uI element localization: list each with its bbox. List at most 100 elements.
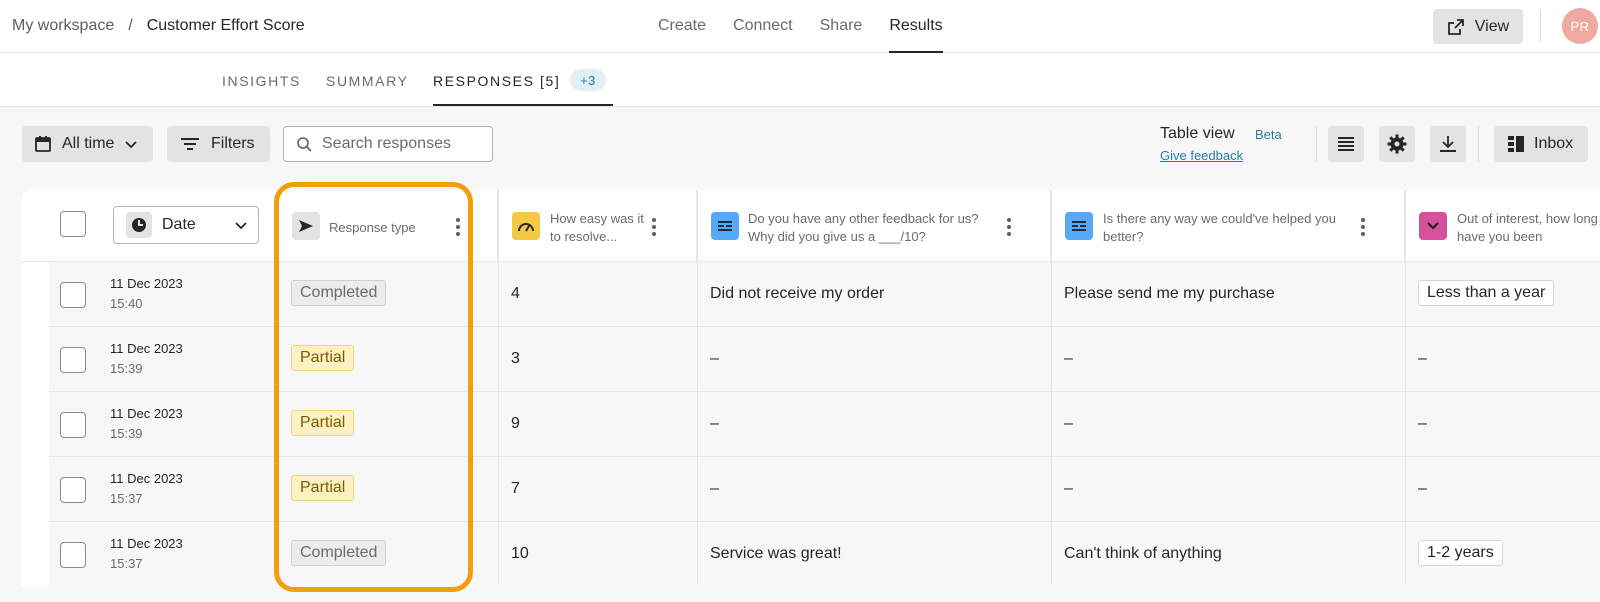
- row-checkbox[interactable]: [60, 412, 86, 438]
- cell-q3: Please send me my purchase: [1064, 285, 1275, 302]
- kebab-icon[interactable]: [456, 218, 460, 239]
- view-button-label: View: [1474, 17, 1510, 35]
- select-all-checkbox[interactable]: [60, 211, 86, 237]
- kebab-icon[interactable]: [1007, 218, 1011, 239]
- cell-q2: –: [710, 480, 719, 497]
- nav-share[interactable]: Share: [820, 0, 863, 53]
- row-checkbox[interactable]: [60, 282, 86, 308]
- cell-q4: –: [1418, 480, 1427, 497]
- row-time: 15:39: [110, 361, 143, 376]
- table-row[interactable]: 11 Dec 2023 15:40 Completed 4 Did not re…: [49, 262, 1600, 327]
- status-badge: Partial: [291, 475, 355, 501]
- nav-connect[interactable]: Connect: [733, 0, 793, 53]
- responses-extra-badge[interactable]: +3: [570, 69, 606, 91]
- row-checkbox[interactable]: [60, 347, 86, 373]
- cell-q3: –: [1064, 350, 1073, 367]
- toolbar-divider: [1316, 126, 1317, 162]
- sub-tab-bar: INSIGHTS SUMMARY RESPONSES [5] +3: [0, 53, 1600, 107]
- row-density-button[interactable]: [1328, 126, 1364, 162]
- table-row[interactable]: 11 Dec 2023 15:39 Partial 3 – – –: [49, 327, 1600, 392]
- cell-q1: 7: [511, 480, 520, 497]
- cell-q1: 9: [511, 415, 520, 432]
- row-checkbox[interactable]: [60, 542, 86, 568]
- cell-q4: –: [1418, 350, 1427, 367]
- tab-summary[interactable]: SUMMARY: [326, 73, 409, 89]
- filter-icon: [181, 138, 199, 150]
- gear-icon: [1387, 134, 1407, 154]
- download-button[interactable]: [1430, 126, 1466, 162]
- chevron-down-icon: [125, 141, 138, 149]
- calendar-icon: [35, 136, 51, 152]
- column-q1[interactable]: How easy was it to resolve...: [550, 210, 650, 246]
- tab-responses[interactable]: RESPONSES [5]: [433, 73, 560, 89]
- choice-chip: 1-2 years: [1418, 540, 1503, 566]
- column-response-type[interactable]: Response type: [329, 219, 416, 237]
- cell-q4: –: [1418, 415, 1427, 432]
- avatar[interactable]: PR: [1562, 8, 1598, 44]
- rows-icon: [1338, 137, 1354, 151]
- nav-create[interactable]: Create: [658, 0, 706, 53]
- table-row[interactable]: 11 Dec 2023 15:37 Partial 7 – – –: [49, 457, 1600, 522]
- search-field[interactable]: [283, 126, 493, 162]
- top-bar: My workspace / Customer Effort Score Cre…: [0, 0, 1600, 53]
- breadcrumb: My workspace / Customer Effort Score: [12, 17, 305, 35]
- row-date: 11 Dec 2023: [110, 276, 183, 291]
- toolbar-divider: [1478, 126, 1479, 162]
- beta-badge: Beta: [1255, 127, 1282, 142]
- date-column-label: Date: [162, 216, 196, 233]
- text-lines-icon: [718, 221, 732, 231]
- cell-q1: 3: [511, 350, 520, 367]
- q3-icon-wrap: [1065, 212, 1093, 240]
- external-link-icon: [1447, 18, 1464, 35]
- row-time: 15:39: [110, 426, 143, 441]
- nav-results[interactable]: Results: [889, 0, 943, 53]
- row-date: 11 Dec 2023: [110, 341, 183, 356]
- gauge-icon: [518, 223, 534, 232]
- send-icon: [299, 220, 313, 232]
- kebab-icon[interactable]: [1361, 218, 1365, 239]
- row-date: 11 Dec 2023: [110, 406, 183, 421]
- tab-insights[interactable]: INSIGHTS: [222, 73, 301, 89]
- cell-q2: Service was great!: [710, 545, 842, 562]
- date-range-label: All time: [62, 135, 115, 152]
- breadcrumb-form-title[interactable]: Customer Effort Score: [147, 17, 305, 35]
- give-feedback-link[interactable]: Give feedback: [1160, 148, 1243, 163]
- table-view-label: Table view: [1160, 125, 1235, 142]
- column-q4[interactable]: Out of interest, how long have you been: [1457, 210, 1600, 246]
- dropdown-icon: [1427, 222, 1439, 230]
- chevron-down-icon: [235, 222, 247, 230]
- text-lines-icon: [1072, 221, 1086, 231]
- inbox-button[interactable]: Inbox: [1494, 126, 1588, 162]
- breadcrumb-workspace[interactable]: My workspace: [12, 17, 114, 35]
- date-range-button[interactable]: All time: [22, 126, 153, 162]
- view-button[interactable]: View: [1433, 9, 1523, 44]
- responses-table: Response type How easy was it to resolve…: [22, 190, 1600, 602]
- row-date: 11 Dec 2023: [110, 471, 183, 486]
- filters-label: Filters: [211, 135, 255, 152]
- row-checkbox[interactable]: [60, 477, 86, 503]
- active-tab-underline: [433, 104, 613, 106]
- column-q3[interactable]: Is there any way we could've helped you …: [1103, 210, 1343, 246]
- row-date: 11 Dec 2023: [110, 536, 183, 551]
- column-q2[interactable]: Do you have any other feedback for us? W…: [748, 210, 1008, 246]
- table-row[interactable]: 11 Dec 2023 15:39 Partial 9 – – –: [49, 392, 1600, 457]
- kebab-icon[interactable]: [652, 218, 656, 239]
- clock-icon: [126, 212, 152, 238]
- date-column-header[interactable]: Date: [113, 206, 259, 244]
- filters-button[interactable]: Filters: [167, 126, 270, 162]
- cell-q1: 10: [511, 545, 529, 562]
- inbox-label: Inbox: [1534, 135, 1574, 152]
- row-time: 15:40: [110, 296, 143, 311]
- settings-button[interactable]: [1379, 126, 1415, 162]
- cell-q3: –: [1064, 415, 1073, 432]
- table-row[interactable]: 11 Dec 2023 15:37 Completed 10 Service w…: [49, 522, 1600, 587]
- cell-q1: 4: [511, 285, 520, 302]
- row-time: 15:37: [110, 556, 143, 571]
- table-scroll-area: [0, 586, 1600, 602]
- header-divider: [1540, 10, 1541, 42]
- search-input[interactable]: [322, 135, 482, 153]
- cell-q3: –: [1064, 480, 1073, 497]
- cell-q2: –: [710, 350, 719, 367]
- status-badge: Completed: [291, 280, 387, 306]
- response-type-icon-wrap: [292, 212, 320, 240]
